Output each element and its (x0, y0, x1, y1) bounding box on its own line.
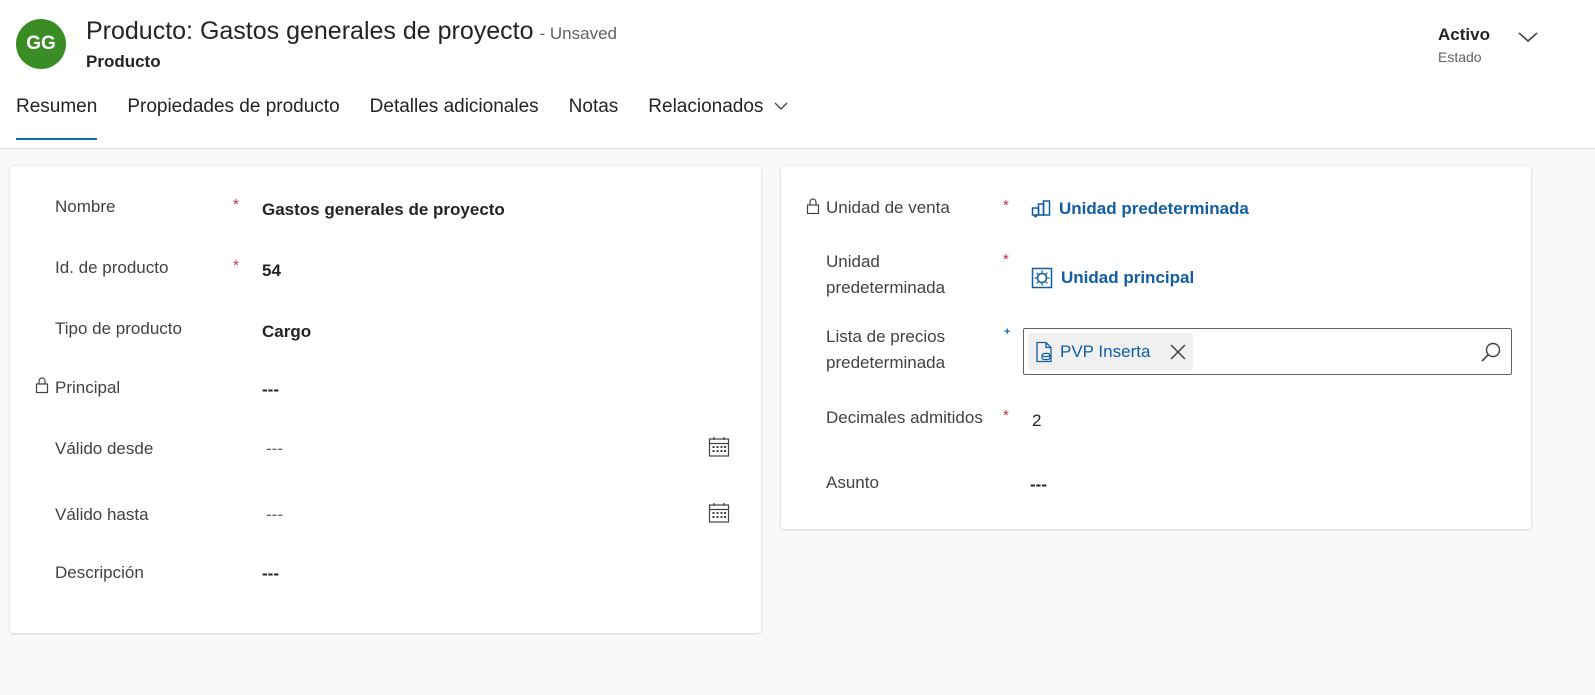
status-value: Activo (1438, 25, 1490, 44)
tab-label: Detalles adicionales (369, 96, 539, 117)
price-list-icon (1036, 341, 1052, 362)
search-icon[interactable] (1480, 341, 1502, 363)
field-label-id-producto: Id. de producto (55, 258, 169, 277)
tab-propiedades-de-producto[interactable]: Propiedades de producto (127, 96, 339, 140)
field-label-lista-precios: Lista de precios predeterminada (826, 324, 945, 376)
label-line: predeterminada (826, 278, 946, 297)
label-line: predeterminada (826, 353, 946, 372)
status-label: Estado (1438, 49, 1482, 65)
field-label-descripcion: Descripción (55, 563, 144, 582)
entity-name: Producto (86, 52, 161, 71)
calendar-icon[interactable] (708, 502, 730, 524)
field-value-descripcion[interactable]: --- (262, 564, 279, 584)
summary-section-right: Unidad de venta * Unidad predeterminada … (781, 166, 1531, 529)
unit-group-value: Unidad predeterminada (1059, 199, 1249, 218)
lock-icon (806, 197, 820, 215)
chevron-down-icon (773, 96, 789, 118)
default-unit-value: Unidad principal (1061, 268, 1195, 287)
status-field: Activo Estado (1438, 25, 1490, 65)
field-label-valido-desde: Válido desde (55, 439, 154, 458)
tab-detalles-adicionales[interactable]: Detalles adicionales (370, 96, 539, 140)
recommended-indicator: + (1004, 326, 1011, 338)
label-line: Lista de precios (826, 327, 946, 346)
required-indicator: * (233, 196, 239, 213)
field-value-tipo-producto[interactable]: Cargo (262, 322, 311, 342)
tab-resumen[interactable]: Resumen (16, 96, 98, 140)
field-value-asunto[interactable]: --- (1030, 475, 1047, 495)
header-expand-chevron-down-icon[interactable] (1514, 26, 1542, 48)
unit-group-link[interactable]: Unidad predeterminada (1031, 199, 1249, 219)
field-value-principal: --- (262, 380, 279, 399)
title-line: Producto: Gastos generales de proyecto - … (86, 17, 617, 46)
avatar: GG (16, 19, 66, 69)
page-title: Producto: Gastos generales de proyecto (86, 17, 534, 45)
default-unit-link[interactable]: Unidad principal (1031, 267, 1194, 289)
unsaved-indicator: - Unsaved (539, 24, 617, 43)
avatar-initials: GG (26, 33, 56, 54)
tab-label: Propiedades de producto (127, 96, 340, 117)
field-label-principal: Principal (55, 378, 121, 397)
field-value-valido-desde[interactable]: --- (266, 439, 283, 459)
tab-relacionados[interactable]: Relacionados (648, 96, 788, 140)
required-indicator: * (1003, 197, 1009, 214)
summary-section-left: Nombre * Gastos generales de proyecto Id… (10, 166, 761, 633)
calendar-icon[interactable] (708, 436, 730, 458)
unit-icon (1031, 267, 1053, 289)
field-label-asunto: Asunto (826, 473, 879, 492)
field-label-nombre: Nombre (55, 197, 116, 216)
field-label-valido-hasta: Válido hasta (55, 505, 149, 524)
tab-label: Notas (568, 96, 619, 117)
tab-notas[interactable]: Notas (569, 96, 619, 140)
price-list-chip[interactable]: PVP Inserta (1028, 333, 1193, 370)
tab-list: Resumen Propiedades de producto Detalles… (16, 96, 819, 140)
price-list-value: PVP Inserta (1060, 341, 1151, 361)
field-value-decimales[interactable]: 2 (1032, 411, 1041, 431)
field-value-nombre[interactable]: Gastos generales de proyecto (262, 200, 505, 220)
field-label-tipo-producto: Tipo de producto (55, 319, 182, 338)
field-value-valido-hasta[interactable]: --- (266, 505, 283, 525)
unit-group-icon (1031, 200, 1051, 218)
required-indicator: * (233, 257, 239, 274)
tab-label: Relacionados (648, 96, 764, 118)
field-label-decimales: Decimales admitidos (826, 408, 983, 427)
lock-icon (35, 376, 49, 394)
form-header: GG Producto: Gastos generales de proyect… (0, 0, 1595, 149)
label-line: Unidad (826, 252, 880, 271)
required-indicator: * (1003, 407, 1009, 424)
field-value-id-producto[interactable]: 54 (262, 261, 281, 281)
field-label-unidad-predeterminada: Unidad predeterminada (826, 249, 945, 301)
price-list-lookup[interactable]: PVP Inserta (1023, 328, 1512, 375)
field-label-unidad-venta: Unidad de venta (826, 198, 950, 217)
tab-label: Resumen (16, 96, 98, 117)
required-indicator: * (1003, 251, 1009, 268)
remove-close-icon[interactable] (1168, 342, 1188, 362)
